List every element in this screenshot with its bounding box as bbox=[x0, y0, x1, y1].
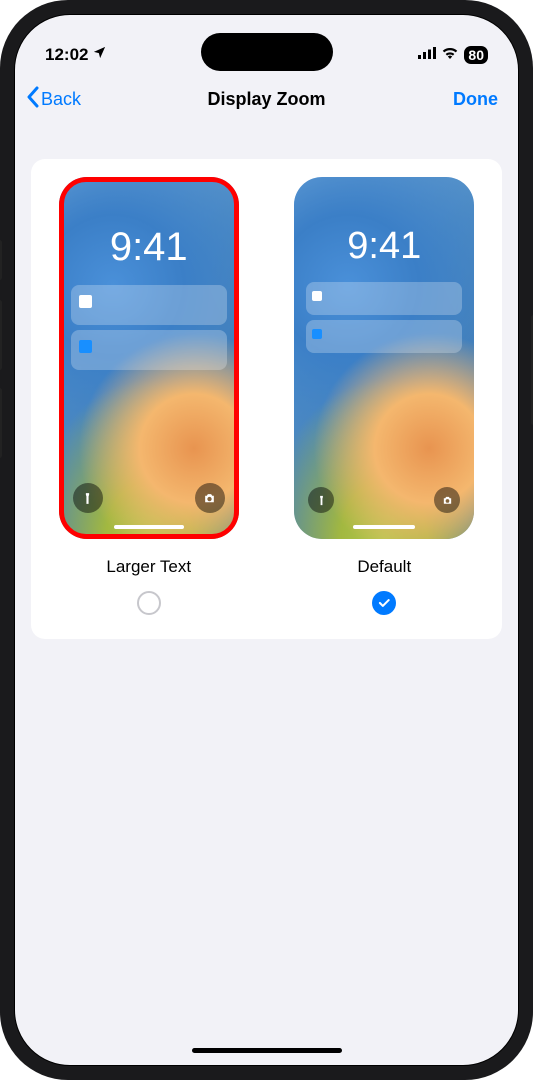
side-button bbox=[0, 300, 2, 370]
preview-larger-text: 9:41 bbox=[59, 177, 239, 539]
back-label: Back bbox=[41, 89, 81, 110]
status-time: 12:02 bbox=[45, 45, 88, 65]
option-larger-text[interactable]: 9:41 Larger Text bbox=[46, 177, 252, 615]
side-button bbox=[0, 388, 2, 458]
notification-preview bbox=[306, 282, 462, 315]
status-right: 80 bbox=[418, 46, 488, 64]
notification-preview bbox=[306, 320, 462, 353]
preview-clock: 9:41 bbox=[110, 225, 188, 270]
iphone-frame: 12:02 80 bbox=[0, 0, 533, 1080]
done-button[interactable]: Done bbox=[453, 89, 498, 110]
home-indicator[interactable] bbox=[192, 1048, 342, 1053]
side-button bbox=[0, 240, 2, 280]
back-button[interactable]: Back bbox=[25, 86, 81, 113]
battery-level: 80 bbox=[468, 47, 484, 63]
options-card: 9:41 Larger Text bbox=[31, 159, 502, 639]
option-label: Larger Text bbox=[106, 557, 191, 577]
radio-default[interactable] bbox=[372, 591, 396, 615]
radio-larger-text[interactable] bbox=[137, 591, 161, 615]
chevron-left-icon bbox=[25, 86, 41, 113]
preview-clock: 9:41 bbox=[347, 225, 421, 268]
notification-preview bbox=[71, 285, 227, 325]
flashlight-icon bbox=[73, 483, 103, 513]
preview-default: 9:41 bbox=[294, 177, 474, 539]
screen: 12:02 80 bbox=[14, 14, 519, 1066]
camera-icon bbox=[195, 483, 225, 513]
option-label: Default bbox=[357, 557, 411, 577]
wifi-icon bbox=[441, 46, 459, 64]
location-icon bbox=[92, 45, 107, 65]
content-area: 9:41 Larger Text bbox=[15, 125, 518, 639]
notification-preview bbox=[71, 330, 227, 370]
dynamic-island bbox=[201, 33, 333, 71]
status-left: 12:02 bbox=[45, 45, 107, 65]
page-title: Display Zoom bbox=[207, 89, 325, 110]
checkmark-icon bbox=[377, 596, 391, 610]
home-indicator-preview bbox=[114, 525, 184, 529]
battery-icon: 80 bbox=[464, 46, 488, 64]
nav-bar: Back Display Zoom Done bbox=[15, 73, 518, 125]
home-indicator-preview bbox=[353, 525, 415, 529]
cellular-icon bbox=[418, 46, 436, 64]
option-default[interactable]: 9:41 Default bbox=[282, 177, 488, 615]
